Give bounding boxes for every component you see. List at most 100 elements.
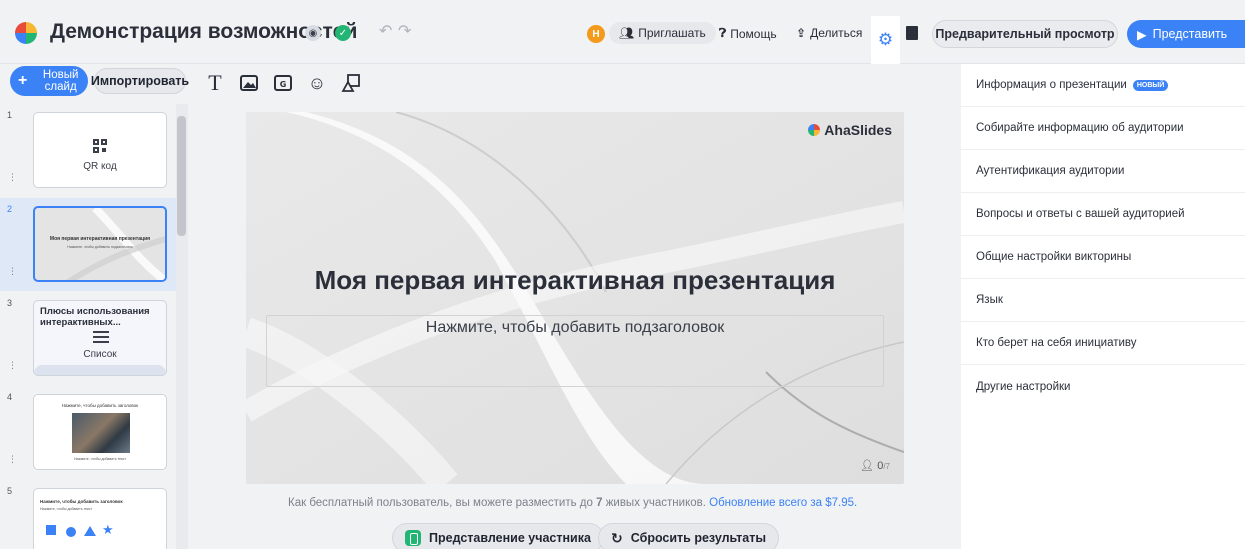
square-shape-icon (46, 525, 56, 535)
undo-icon[interactable]: ↶ (379, 21, 392, 41)
note-text: Как бесплатный пользователь, вы можете р… (288, 497, 597, 509)
svg-text:G: G (280, 80, 287, 89)
free-plan-note: Как бесплатный пользователь, вы можете р… (288, 497, 857, 509)
plus-icon: + (18, 72, 28, 89)
preview-button[interactable]: Предварительный просмотр (932, 20, 1118, 48)
slide-thumbnail[interactable]: Плюсы использования интерактивных... Спи… (33, 300, 167, 376)
brand-name: AhaSlides (824, 122, 892, 138)
slide-thumb-row-5[interactable]: 5 Нажмите, чтобы добавить заголовок Нажм… (0, 480, 176, 549)
slide-title[interactable]: Моя первая интерактивная презентация (246, 265, 904, 296)
note-text-end: живых участников. (602, 497, 710, 509)
invite-label: Приглашать (638, 26, 706, 40)
help-button[interactable]: ❓︎ Помощь (719, 26, 777, 41)
new-slide-label: Новый слайд (42, 69, 79, 93)
slide-type-label: QR код (83, 161, 117, 172)
slide-thumbnail[interactable]: Нажмите, чтобы добавить заголовок Нажмит… (33, 394, 167, 470)
slide-subtitle[interactable]: Нажмите, чтобы добавить подзаголовок (246, 319, 904, 337)
slide-thumb-row-1[interactable]: 1 ⋮ QR код (0, 104, 176, 197)
invite-button[interactable]: 👥︎ Приглашать (609, 22, 716, 44)
thumb-subtitle: Нажмите, чтобы добавить текст (74, 457, 126, 461)
slide-thumb-row-3[interactable]: 3 ⋮ Плюсы использования интерактивных...… (0, 292, 176, 385)
new-slide-button[interactable]: + Новый слайд (10, 66, 88, 96)
drag-handle-icon[interactable]: ⋮ (8, 360, 17, 371)
slide-number: 1 (7, 110, 13, 120)
thumb-title: Плюсы использования интерактивных... (40, 306, 150, 328)
settings-item-language[interactable]: Язык (961, 279, 1245, 322)
present-button[interactable]: ▶ Представить (1127, 20, 1245, 48)
drag-handle-icon[interactable]: ⋮ (8, 172, 17, 183)
participant-view-button[interactable]: Представление участника (392, 523, 604, 549)
share-button[interactable]: ⇪ Делиться (796, 26, 862, 40)
list-icon (93, 331, 109, 343)
participant-counter: 👤︎ 0/7 (860, 460, 890, 472)
help-label: Помощь (730, 26, 777, 41)
star-shape-icon: ★ (102, 522, 114, 537)
app-logo[interactable] (15, 22, 37, 44)
reset-icon: ↻ (611, 529, 623, 546)
visibility-icon[interactable]: ◉ (305, 25, 321, 41)
thumb-cloud-decor (34, 365, 166, 375)
document-icon[interactable] (906, 26, 918, 40)
emoji-tool-icon[interactable]: ☺ (307, 73, 327, 93)
settings-item-label: Собирайте информацию об аудитории (976, 122, 1184, 134)
settings-item-qa[interactable]: Вопросы и ответы с вашей аудиторией (961, 193, 1245, 236)
slide-thumb-row-4[interactable]: 4 ⋮ Нажмите, чтобы добавить заголовок На… (0, 386, 176, 479)
top-bar: Демонстрация возможностей ◉ ✓ ↶ ↷ H 👥︎ П… (0, 0, 1245, 64)
slide-thumbnail[interactable]: QR код (33, 112, 167, 188)
participant-view-label: Представление участника (429, 531, 591, 545)
settings-item-other[interactable]: Другие настройки (961, 365, 1245, 408)
triangle-shape-icon (84, 526, 96, 536)
settings-item-quiz[interactable]: Общие настройки викторины (961, 236, 1245, 279)
thumb-photo (72, 413, 130, 453)
upgrade-link[interactable]: Обновление всего за $7.95. (709, 497, 857, 509)
new-badge: НОВЫЙ (1132, 79, 1169, 91)
settings-item-label: Информация о презентации (976, 79, 1127, 91)
reset-label: Сбросить результаты (630, 531, 767, 545)
settings-item-label: Другие настройки (976, 380, 1071, 393)
settings-item-label: Кто берет на себя инициативу (976, 337, 1137, 349)
insert-toolbar: T G ☺ (205, 68, 361, 98)
share-label: Делиться (810, 26, 863, 40)
thumb-subtitle: Нажмите, чтобы добавить подзаголовок (67, 245, 133, 249)
settings-item-presentation-info[interactable]: Информация о презентации НОВЫЙ (961, 64, 1245, 107)
slide-number: 2 (7, 204, 13, 214)
circle-shape-icon (66, 527, 76, 537)
thumb-title: Нажмите, чтобы добавить заголовок (61, 403, 139, 408)
slide-number: 5 (7, 486, 13, 496)
slide-thumbnail[interactable]: Нажмите, чтобы добавить заголовок Нажмит… (33, 488, 167, 549)
help-icon: ❓︎ (719, 26, 727, 40)
import-button[interactable]: Импортировать (91, 68, 189, 94)
image-tool-icon[interactable] (239, 73, 259, 93)
invite-icon: 👥︎ (619, 26, 635, 40)
slide-number: 4 (7, 392, 13, 402)
settings-item-audience-auth[interactable]: Аутентификация аудитории (961, 150, 1245, 193)
saved-check-icon: ✓ (335, 25, 351, 41)
settings-item-label: Язык (976, 294, 1003, 306)
settings-panel: Информация о презентации НОВЫЙ Собирайте… (961, 64, 1245, 549)
gif-tool-icon[interactable]: G (273, 73, 293, 93)
settings-item-audience-info[interactable]: Собирайте информацию об аудитории (961, 107, 1245, 150)
slide-thumb-row-2[interactable]: 2 ⋮ Моя первая интерактивная презентация… (0, 198, 176, 291)
settings-item-label: Вопросы и ответы с вашей аудиторией (976, 208, 1185, 220)
settings-item-who-leads[interactable]: Кто берет на себя инициативу (961, 322, 1245, 365)
slide-background (246, 112, 904, 484)
reset-results-button[interactable]: ↻ Сбросить результаты (598, 523, 780, 549)
thumb-title: Моя первая интерактивная презентация (49, 236, 151, 242)
slide-list-scroll-thumb[interactable] (177, 116, 186, 236)
thumb-subtitle: Нажмите, чтобы добавить текст (40, 507, 92, 511)
slide-canvas[interactable]: AhaSlides Моя первая интерактивная презе… (246, 112, 904, 484)
slide-thumbnail-list: 1 ⋮ QR код 2 ⋮ Моя первая интерактивная … (0, 104, 176, 549)
drag-handle-icon[interactable]: ⋮ (8, 454, 17, 465)
thumb-title: Нажмите, чтобы добавить заголовок (40, 499, 123, 504)
play-icon: ▶ (1137, 27, 1147, 42)
slide-thumbnail[interactable]: Моя первая интерактивная презентация Наж… (33, 206, 167, 282)
slide-number: 3 (7, 298, 13, 308)
redo-icon[interactable]: ↷ (398, 21, 411, 41)
user-avatar[interactable]: H (587, 25, 605, 43)
present-label: Представить (1152, 27, 1228, 41)
shape-tool-icon[interactable] (341, 73, 361, 93)
text-tool-icon[interactable]: T (205, 70, 225, 95)
drag-handle-icon[interactable]: ⋮ (8, 266, 17, 277)
qr-icon (93, 139, 107, 153)
settings-gear-icon[interactable]: ⚙ (871, 16, 900, 64)
